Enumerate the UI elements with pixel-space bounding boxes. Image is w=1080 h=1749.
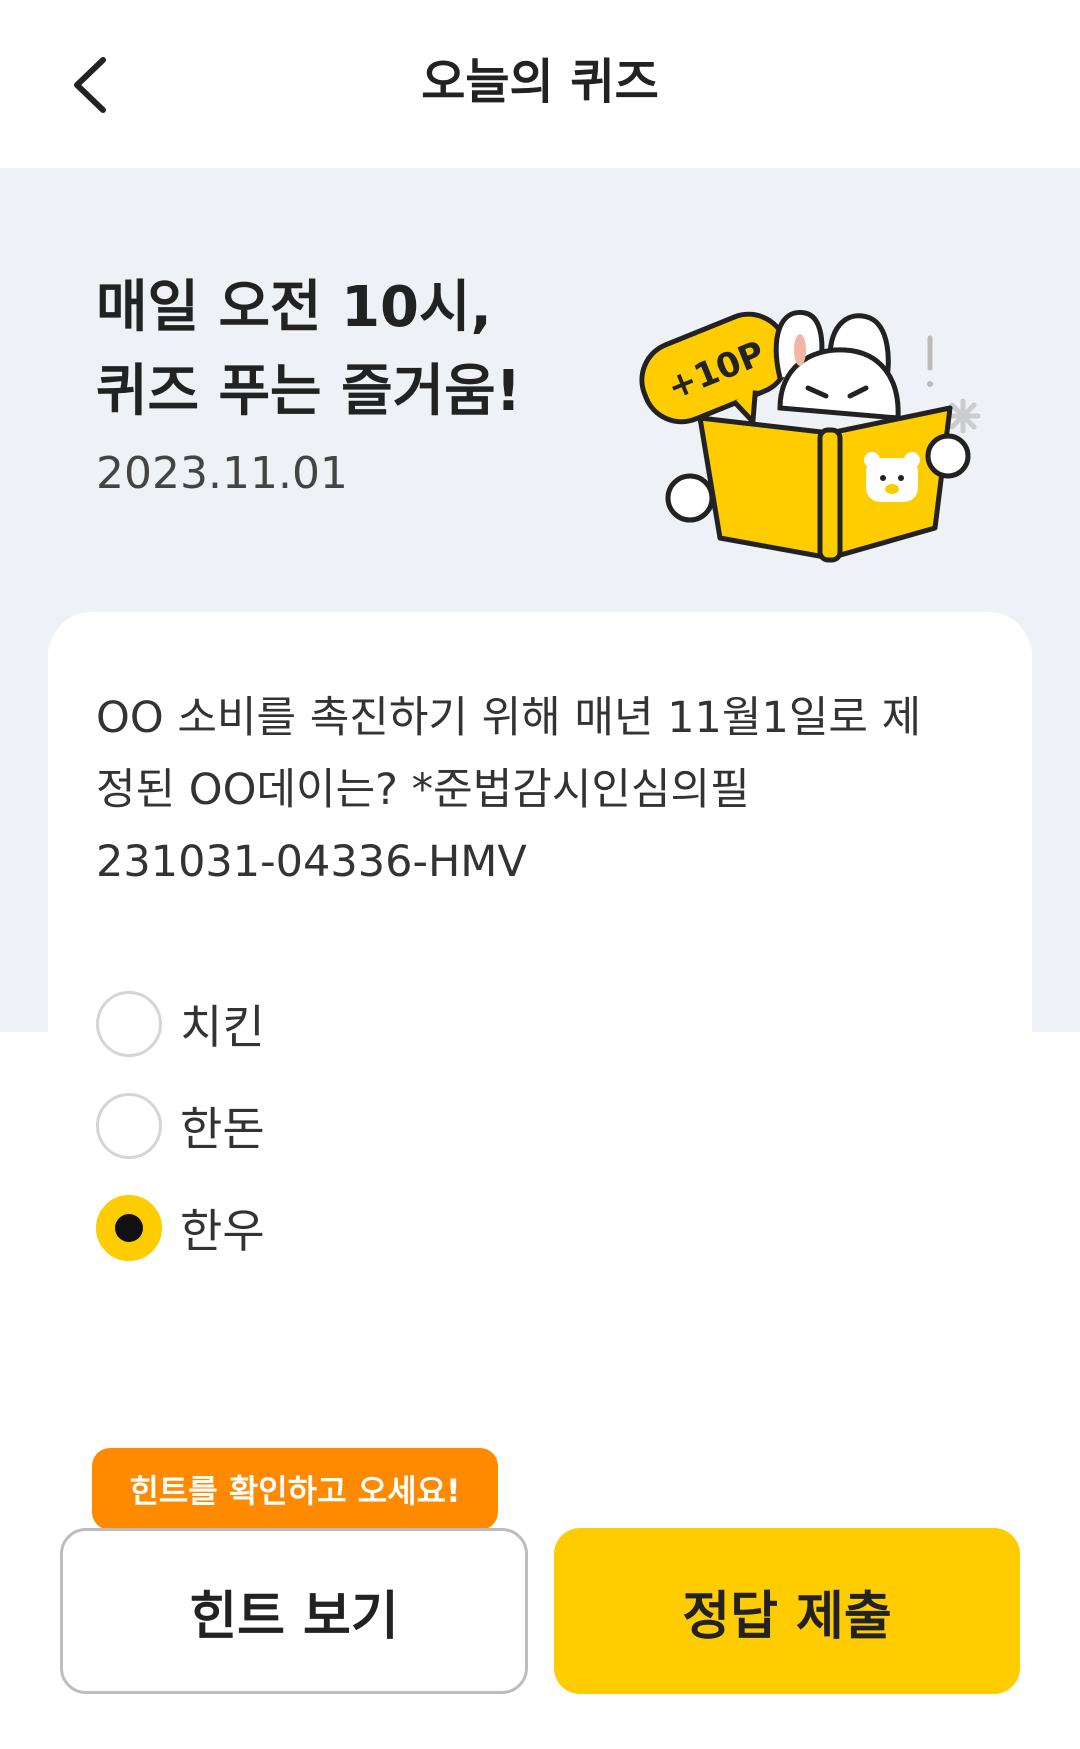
option-label: 한돈 — [180, 1102, 265, 1156]
radio-dot-icon — [115, 1214, 143, 1242]
app-header: 오늘의 퀴즈 — [0, 0, 1080, 168]
question-line: 정된 OO데이는? *준법감시인심의필 — [96, 765, 750, 815]
hint-tooltip: 힌트를 확인하고 오세요! — [92, 1448, 498, 1530]
rabbit-reading-book-illustration: +10P — [639, 310, 981, 563]
quiz-date: 2023.11.01 — [96, 448, 348, 499]
quiz-card: OO 소비를 촉진하기 위해 매년 11월1일로 제 정된 OO데이는? *준법… — [48, 612, 1032, 1412]
radio-button[interactable] — [96, 1093, 162, 1159]
hero-headline-line1: 매일 오전 10시, — [96, 275, 492, 340]
submit-answer-button[interactable]: 정답 제출 — [554, 1528, 1020, 1694]
page-title: 오늘의 퀴즈 — [421, 54, 659, 110]
hero-headline-line2: 퀴즈 푸는 즐거움! — [96, 359, 522, 424]
option-label: 치킨 — [180, 1000, 265, 1054]
question-line: OO 소비를 촉진하기 위해 매년 11월1일로 제 — [96, 693, 922, 743]
question-line: 231031-04336-HMV — [96, 837, 527, 887]
option-hanwoo[interactable]: 한우 — [96, 1188, 265, 1268]
option-label: 한우 — [180, 1204, 265, 1258]
option-chicken[interactable]: 치킨 — [96, 984, 265, 1064]
radio-button-selected[interactable] — [96, 1195, 162, 1261]
quiz-question: OO 소비를 촉진하기 위해 매년 11월1일로 제 정된 OO데이는? *준법… — [96, 682, 996, 898]
hint-button[interactable]: 힌트 보기 — [60, 1528, 528, 1694]
option-handon[interactable]: 한돈 — [96, 1086, 265, 1166]
radio-button[interactable] — [96, 991, 162, 1057]
